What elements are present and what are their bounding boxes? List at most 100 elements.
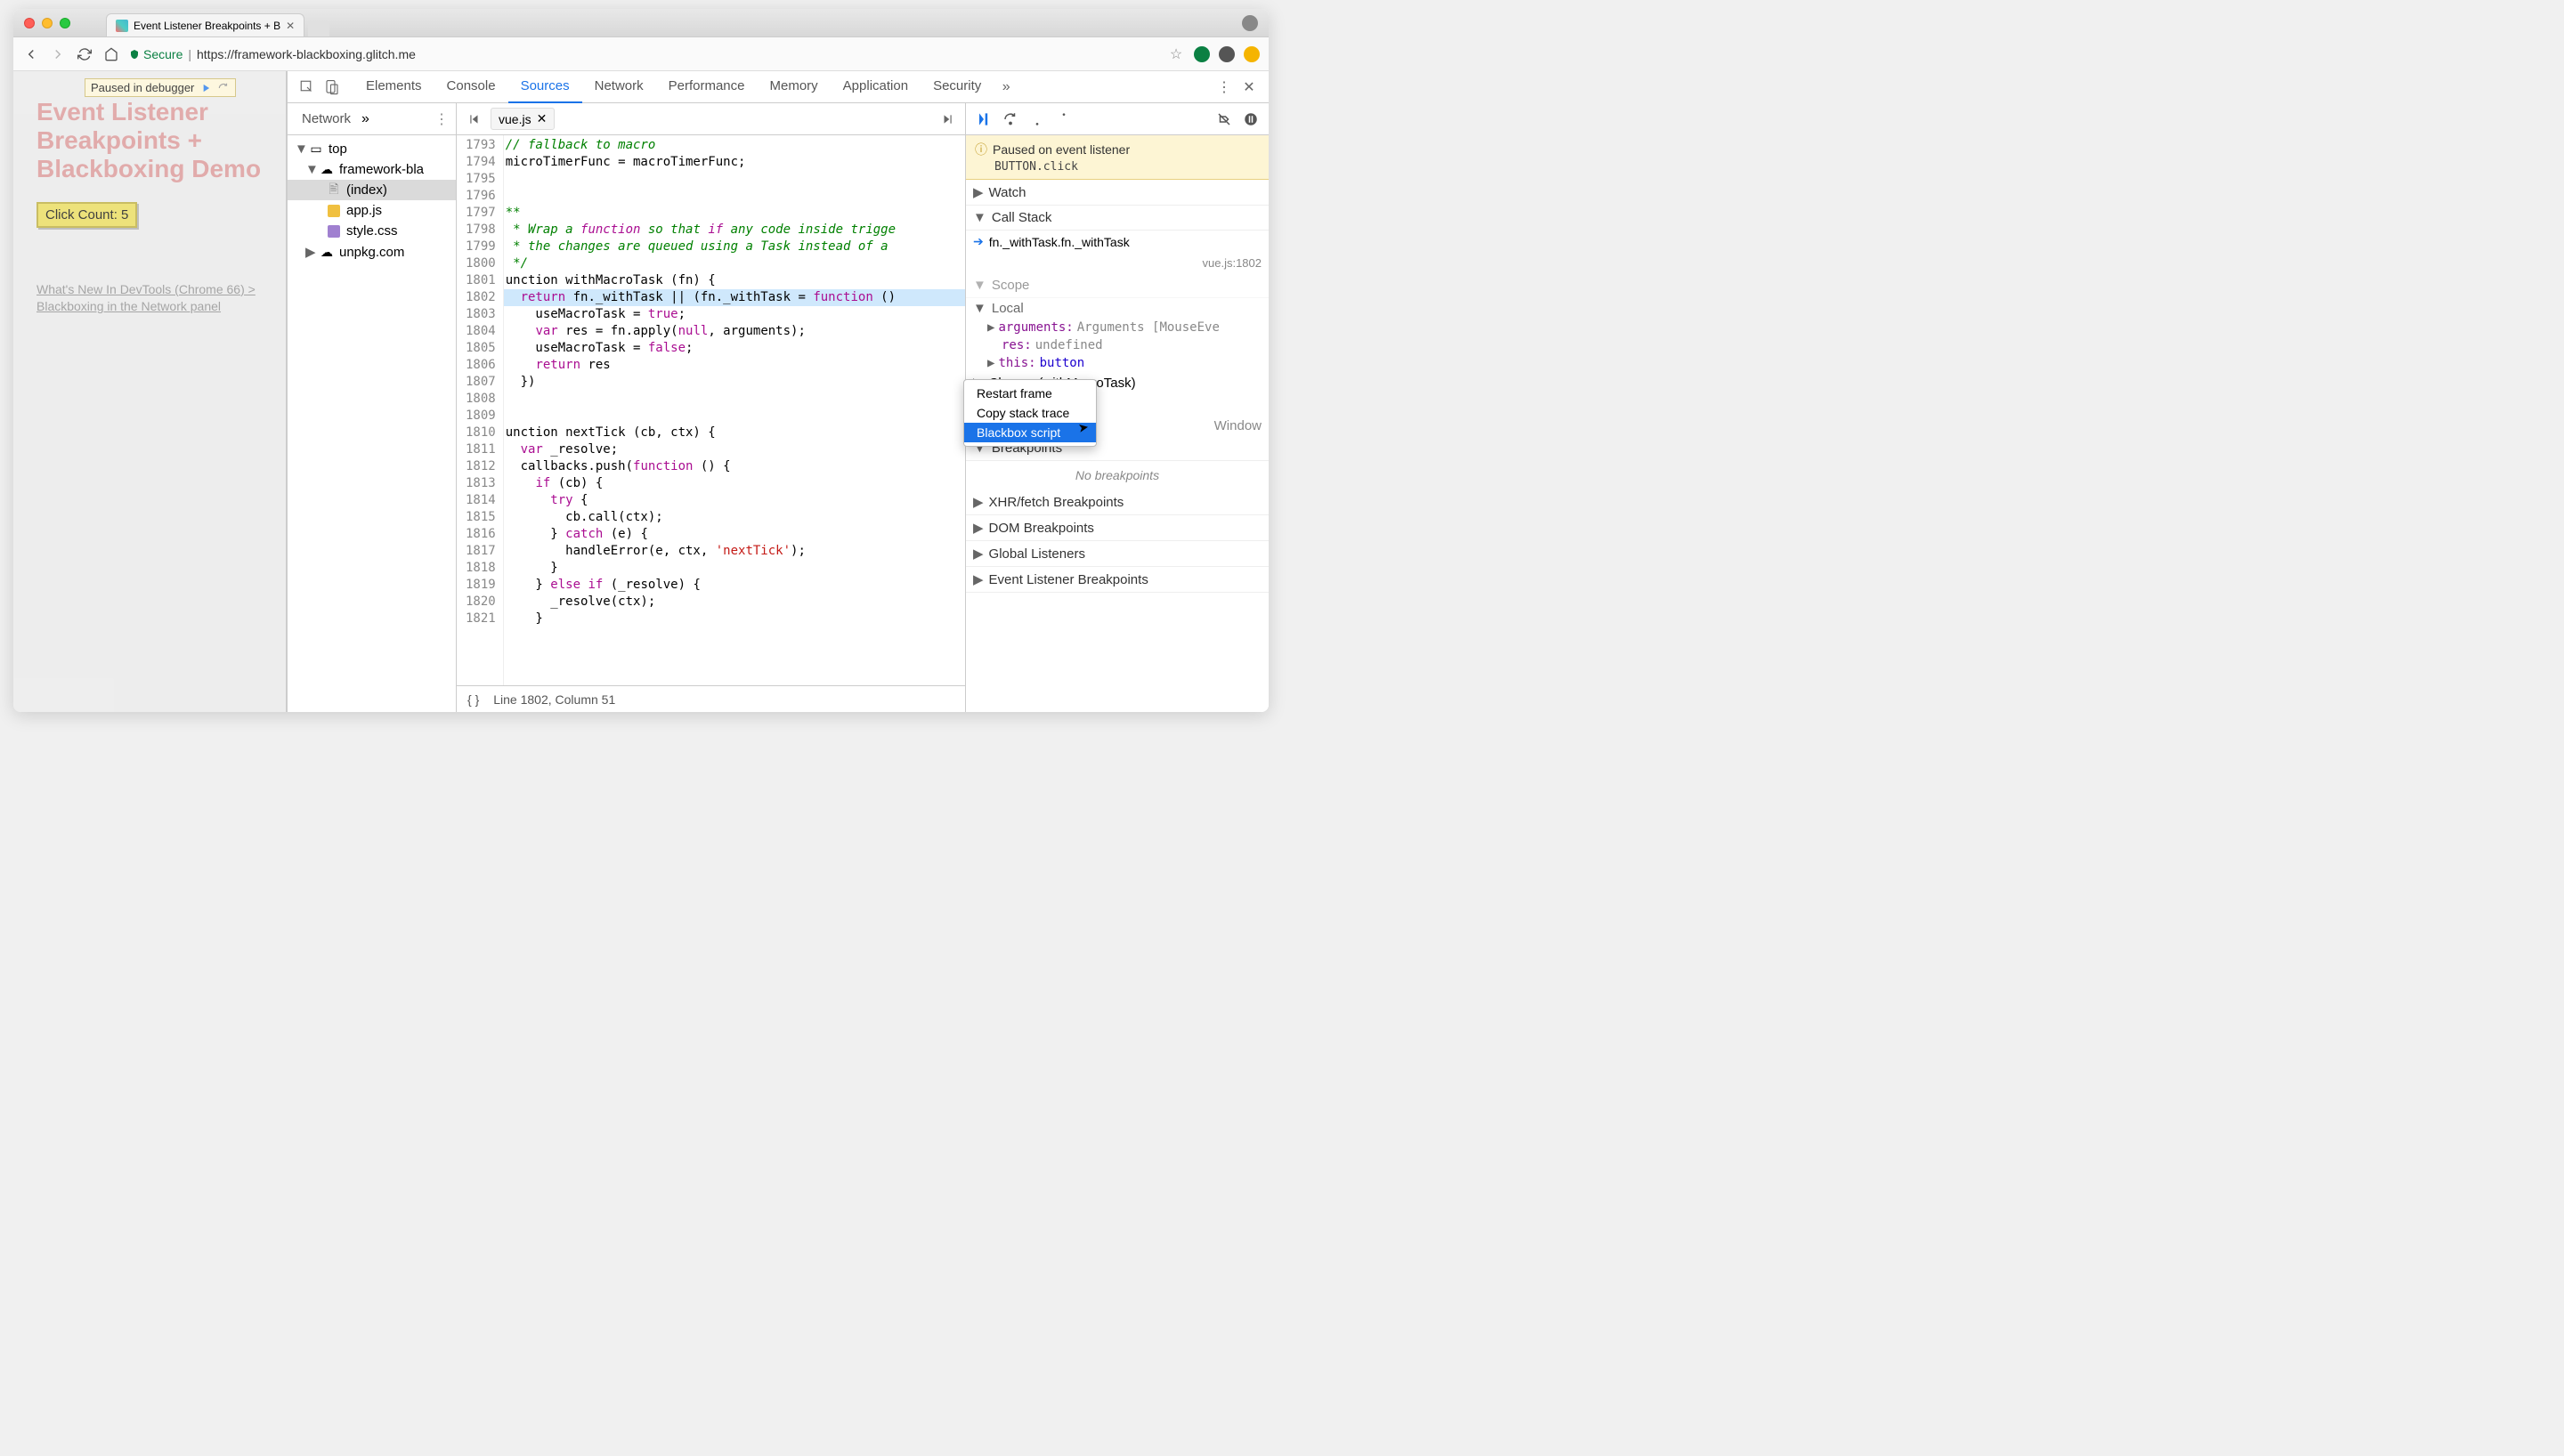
section-event-listener-breakpoints[interactable]: ▶Event Listener Breakpoints bbox=[966, 567, 1269, 593]
scope-var-this[interactable]: ▶this: button bbox=[966, 354, 1269, 372]
format-icon[interactable]: { } bbox=[467, 692, 479, 707]
step-over-button[interactable] bbox=[998, 107, 1023, 132]
reload-button[interactable] bbox=[76, 45, 93, 63]
code-line[interactable]: } else if (_resolve) { bbox=[504, 577, 965, 594]
tree-top[interactable]: ▼▭top bbox=[288, 139, 456, 159]
code-line[interactable]: microTimerFunc = macroTimerFunc; bbox=[504, 154, 965, 171]
context-menu-restart-frame[interactable]: Restart frame bbox=[964, 384, 1096, 403]
code-line[interactable]: } bbox=[504, 611, 965, 627]
resume-icon[interactable] bbox=[199, 82, 212, 94]
code-line[interactable]: useMacroTask = true; bbox=[504, 306, 965, 323]
code-line[interactable]: return fn._withTask || (fn._withTask = f… bbox=[504, 289, 965, 306]
new-tab-button[interactable] bbox=[308, 20, 329, 36]
tab-elements[interactable]: Elements bbox=[353, 71, 434, 103]
code-line[interactable] bbox=[504, 188, 965, 205]
step-out-button[interactable] bbox=[1051, 107, 1076, 132]
home-button[interactable] bbox=[102, 45, 120, 63]
section-scope[interactable]: ▼Scope bbox=[966, 273, 1269, 298]
prev-file-icon[interactable] bbox=[462, 107, 487, 132]
navigator-menu-icon[interactable]: ⋮ bbox=[434, 110, 449, 128]
inspect-element-icon[interactable] bbox=[295, 75, 320, 100]
tab-console[interactable]: Console bbox=[434, 71, 508, 103]
tab-close-icon[interactable]: ✕ bbox=[537, 111, 548, 126]
browser-tab[interactable]: Event Listener Breakpoints + B ✕ bbox=[106, 13, 304, 36]
code-line[interactable]: } bbox=[504, 560, 965, 577]
resume-button[interactable] bbox=[971, 107, 996, 132]
more-tabs-icon[interactable]: » bbox=[994, 75, 1018, 100]
navigator-more-icon[interactable]: » bbox=[361, 111, 369, 127]
editor-tab-vue[interactable]: vue.js✕ bbox=[491, 108, 555, 130]
scope-local[interactable]: ▼Local bbox=[966, 298, 1269, 319]
tab-performance[interactable]: Performance bbox=[656, 71, 758, 103]
context-menu-blackbox-script[interactable]: Blackbox script bbox=[964, 423, 1096, 442]
code-line[interactable]: _resolve(ctx); bbox=[504, 594, 965, 611]
tab-network[interactable]: Network bbox=[582, 71, 656, 103]
section-watch[interactable]: ▶Watch bbox=[966, 180, 1269, 206]
code-editor[interactable]: 1793179417951796179717981799180018011802… bbox=[457, 135, 965, 685]
scope-var-arguments[interactable]: ▶arguments: Arguments [MouseEve bbox=[966, 319, 1269, 336]
menu-icon[interactable]: ⋮ bbox=[1212, 75, 1237, 100]
code-line[interactable]: * the changes are queued using a Task in… bbox=[504, 239, 965, 255]
code-line[interactable]: var _resolve; bbox=[504, 441, 965, 458]
section-dom-breakpoints[interactable]: ▶DOM Breakpoints bbox=[966, 515, 1269, 541]
navigator-tab-network[interactable]: Network bbox=[295, 109, 358, 128]
code-line[interactable]: var res = fn.apply(null, arguments); bbox=[504, 323, 965, 340]
scope-var-res[interactable]: res: undefined bbox=[966, 336, 1269, 354]
code-line[interactable]: ** bbox=[504, 205, 965, 222]
code-line[interactable]: try { bbox=[504, 492, 965, 509]
tree-file-index[interactable]: 🖹(index) bbox=[288, 180, 456, 200]
tab-security[interactable]: Security bbox=[921, 71, 994, 103]
frame-location[interactable]: vue.js:1802 bbox=[1203, 256, 1262, 270]
forward-button[interactable] bbox=[49, 45, 67, 63]
pause-exceptions-button[interactable] bbox=[1238, 107, 1263, 132]
url-input[interactable]: Secure | https://framework-blackboxing.g… bbox=[129, 47, 1158, 61]
code-line[interactable] bbox=[504, 391, 965, 408]
call-stack-frame[interactable]: ➔ fn._withTask.fn._withTask bbox=[966, 231, 1269, 253]
window-maximize-button[interactable] bbox=[60, 18, 70, 28]
tab-close-icon[interactable]: ✕ bbox=[286, 20, 295, 32]
tab-sources[interactable]: Sources bbox=[508, 71, 582, 103]
step-over-icon[interactable] bbox=[217, 82, 230, 94]
code-line[interactable]: */ bbox=[504, 255, 965, 272]
tab-memory[interactable]: Memory bbox=[758, 71, 831, 103]
code-line[interactable]: unction nextTick (cb, ctx) { bbox=[504, 425, 965, 441]
code-line[interactable] bbox=[504, 171, 965, 188]
code-line[interactable]: handleError(e, ctx, 'nextTick'); bbox=[504, 543, 965, 560]
extension-icon[interactable] bbox=[1244, 46, 1260, 62]
code-line[interactable]: }) bbox=[504, 374, 965, 391]
tree-cdn[interactable]: ▶☁unpkg.com bbox=[288, 241, 456, 263]
next-file-icon[interactable] bbox=[935, 107, 960, 132]
profile-avatar-icon[interactable] bbox=[1242, 15, 1258, 31]
context-menu-copy-stack-trace[interactable]: Copy stack trace bbox=[964, 403, 1096, 423]
code-line[interactable]: callbacks.push(function () { bbox=[504, 458, 965, 475]
bookmark-star-icon[interactable]: ☆ bbox=[1167, 45, 1185, 63]
section-global-listeners[interactable]: ▶Global Listeners bbox=[966, 541, 1269, 567]
code-line[interactable]: cb.call(ctx); bbox=[504, 509, 965, 526]
extension-icon[interactable] bbox=[1219, 46, 1235, 62]
window-minimize-button[interactable] bbox=[42, 18, 53, 28]
code-line[interactable]: useMacroTask = false; bbox=[504, 340, 965, 357]
page-link[interactable]: What's New In DevTools (Chrome 66) > Bla… bbox=[37, 281, 263, 316]
deactivate-breakpoints-button[interactable] bbox=[1212, 107, 1237, 132]
code-line[interactable]: // fallback to macro bbox=[504, 137, 965, 154]
tree-file-style-css[interactable]: style.css bbox=[288, 221, 456, 241]
close-devtools-icon[interactable]: ✕ bbox=[1237, 75, 1262, 100]
tree-file-app-js[interactable]: app.js bbox=[288, 200, 456, 221]
tab-application[interactable]: Application bbox=[831, 71, 921, 103]
extension-icon[interactable] bbox=[1194, 46, 1210, 62]
click-count-button[interactable]: Click Count: 5 bbox=[37, 202, 137, 228]
device-toggle-icon[interactable] bbox=[320, 75, 345, 100]
context-menu: Restart frame Copy stack trace Blackbox … bbox=[963, 379, 1097, 447]
step-into-button[interactable] bbox=[1025, 107, 1050, 132]
back-button[interactable] bbox=[22, 45, 40, 63]
section-xhr-breakpoints[interactable]: ▶XHR/fetch Breakpoints bbox=[966, 489, 1269, 515]
code-line[interactable]: } catch (e) { bbox=[504, 526, 965, 543]
tree-domain[interactable]: ▼☁framework-bla bbox=[288, 159, 456, 180]
code-line[interactable] bbox=[504, 408, 965, 425]
code-line[interactable]: return res bbox=[504, 357, 965, 374]
code-line[interactable]: * Wrap a function so that if any code in… bbox=[504, 222, 965, 239]
section-call-stack[interactable]: ▼Call Stack bbox=[966, 206, 1269, 231]
code-line[interactable]: if (cb) { bbox=[504, 475, 965, 492]
code-line[interactable]: unction withMacroTask (fn) { bbox=[504, 272, 965, 289]
window-close-button[interactable] bbox=[24, 18, 35, 28]
